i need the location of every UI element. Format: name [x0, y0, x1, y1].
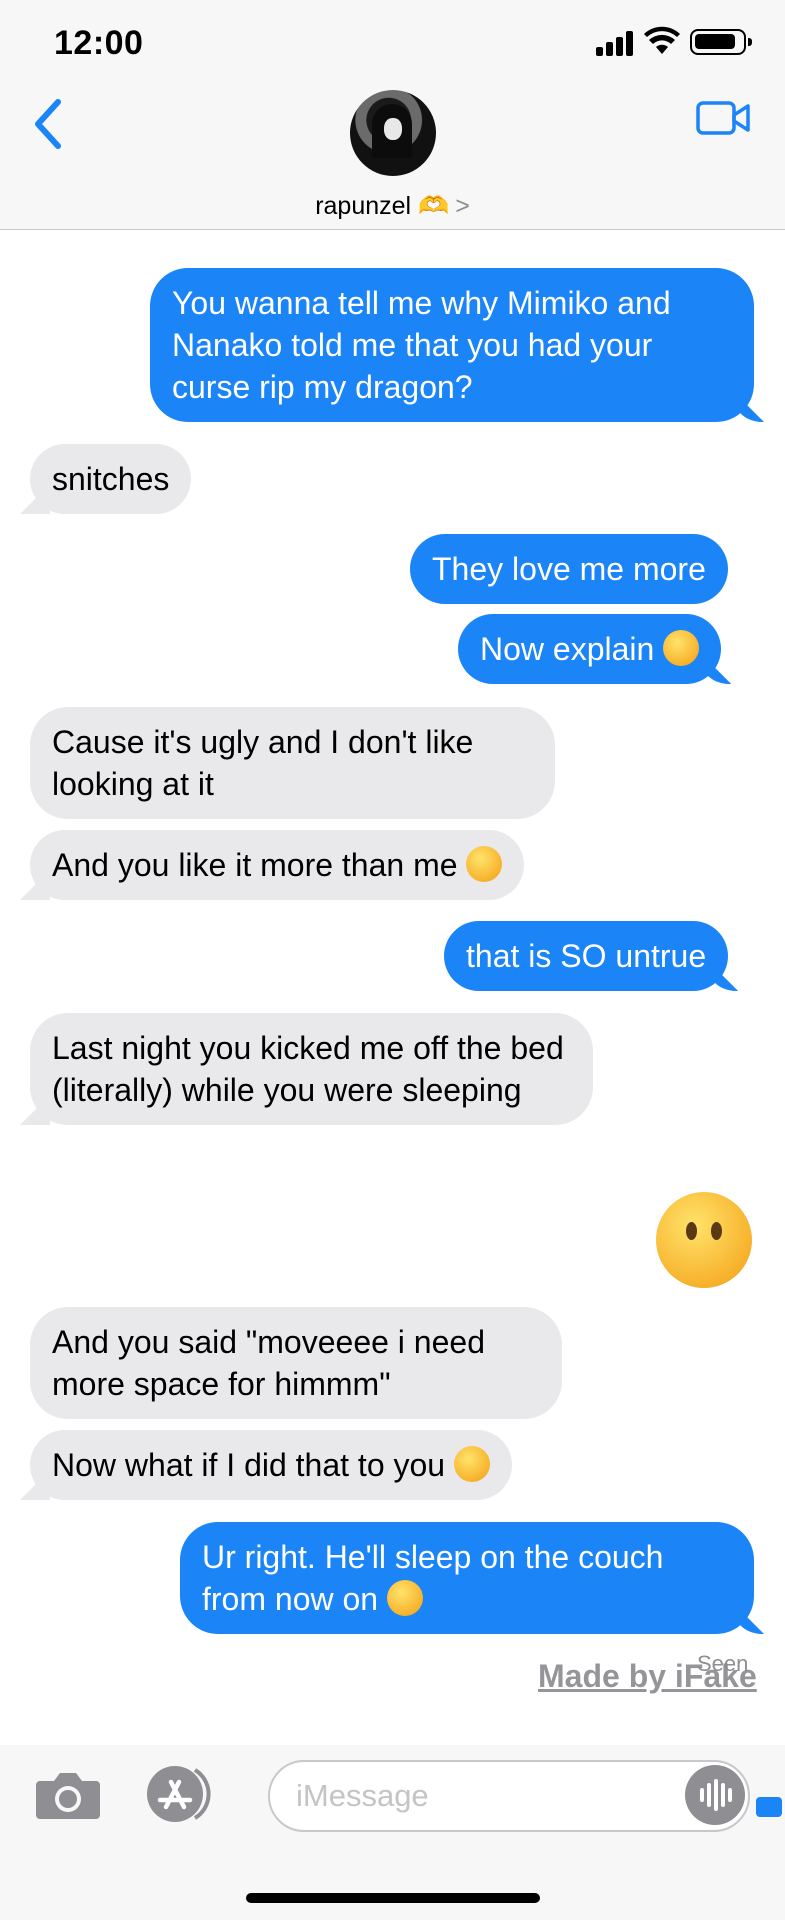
wifi-icon	[644, 26, 680, 54]
message-bubble-sent[interactable]: You wanna tell me why Mimiko and Nanako …	[150, 268, 754, 422]
message-bubble-sent[interactable]: that is SO untrue	[444, 921, 729, 991]
contact-name: rapunzel 🫶	[315, 192, 450, 220]
message-text: And you said "moveeee i need more space …	[52, 1324, 485, 1402]
pensive-emoji-icon	[386, 1580, 423, 1616]
status-bar: 12:00	[0, 0, 785, 80]
message-bubble-received[interactable]: snitches	[30, 444, 192, 514]
imessage-input[interactable]	[268, 1760, 750, 1832]
raised-eyebrow-emoji-icon	[663, 630, 700, 666]
message-text: They love me more	[432, 551, 706, 587]
back-chevron-icon[interactable]	[28, 94, 68, 154]
message-text: Now explain	[480, 631, 655, 667]
message-text: You wanna tell me why Mimiko and Nanako …	[172, 285, 671, 405]
message-bubble-received[interactable]: And you like it more than me	[30, 830, 525, 900]
chevron-right-icon: >	[455, 192, 470, 220]
message-bubble-received[interactable]: Last night you kicked me off the bed (li…	[30, 1013, 593, 1125]
message-text: snitches	[52, 461, 170, 497]
message-text: Now what if I did that to you	[52, 1447, 446, 1483]
message-bubble-received[interactable]: Cause it's ugly and I don't like looking…	[30, 707, 555, 819]
message-bubble-received[interactable]: And you said "moveeee i need more space …	[30, 1307, 562, 1419]
contact-avatar[interactable]	[350, 90, 436, 176]
message-text: Last night you kicked me off the bed (li…	[52, 1030, 564, 1108]
audio-message-icon[interactable]	[685, 1765, 745, 1825]
message-text: And you like it more than me	[52, 847, 458, 883]
app-store-icon[interactable]	[146, 1765, 226, 1823]
camera-icon[interactable]	[34, 1769, 102, 1821]
watermark: Made by iFake	[538, 1658, 757, 1694]
message-text: Cause it's ugly and I don't like looking…	[52, 724, 474, 802]
expressionless-emoji-icon	[466, 846, 503, 882]
home-indicator[interactable]	[246, 1893, 540, 1903]
message-text: that is SO untrue	[466, 938, 707, 974]
message-input-bar	[0, 1745, 785, 1920]
message-bubble-sent[interactable]: Ur right. He'll sleep on the couch from …	[180, 1522, 754, 1634]
message-bubble-sent[interactable]: Now explain	[458, 614, 722, 684]
message-bubble-received[interactable]: Now what if I did that to you	[30, 1430, 512, 1500]
cellular-signal-icon	[596, 30, 636, 56]
message-bubble-sent[interactable]: They love me more	[410, 534, 728, 604]
contact-name-button[interactable]: rapunzel 🫶 >	[0, 192, 785, 221]
conversation-header: rapunzel 🫶 >	[0, 80, 785, 230]
video-call-icon[interactable]	[696, 98, 752, 138]
message-text: Ur right. He'll sleep on the couch from …	[202, 1539, 664, 1617]
face-without-mouth-emoji-icon[interactable]	[656, 1192, 752, 1288]
app-drawer-icon[interactable]	[756, 1797, 782, 1817]
battery-icon	[690, 29, 752, 55]
status-time: 12:00	[54, 24, 144, 62]
unamused-emoji-icon	[453, 1446, 490, 1482]
